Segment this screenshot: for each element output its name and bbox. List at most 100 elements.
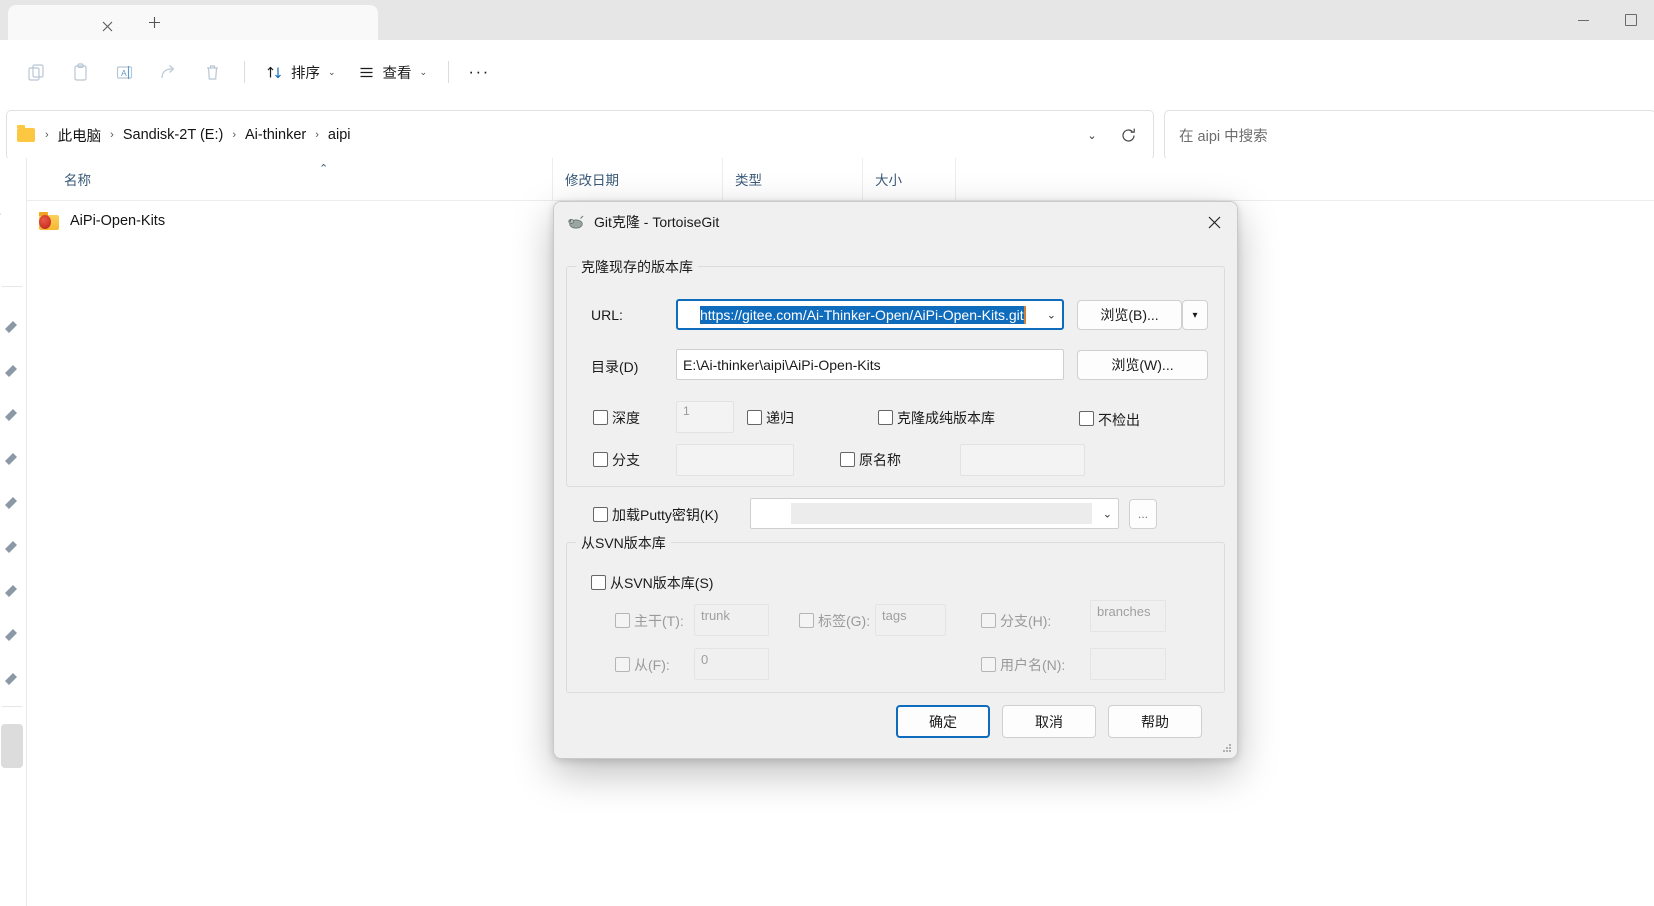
search-input[interactable]: 在 aipi 中搜索 xyxy=(1179,125,1268,146)
no-checkout-label: 不检出 xyxy=(1098,412,1140,428)
pin-icon[interactable] xyxy=(0,492,22,514)
putty-key-browse-button[interactable]: ... xyxy=(1129,499,1157,529)
maximize-button[interactable] xyxy=(1607,0,1654,40)
svn-group-legend: 从SVN版本库 xyxy=(576,533,671,553)
branches-input[interactable]: branches xyxy=(1090,600,1166,632)
rename-icon[interactable]: A xyxy=(102,50,146,94)
chevron-down-icon[interactable]: ⌄ xyxy=(1077,120,1107,150)
pin-icon[interactable] xyxy=(0,404,22,426)
view-label: 查看 xyxy=(382,65,412,82)
pin-icon[interactable] xyxy=(0,360,22,382)
browse-directory-button[interactable]: 浏览(W)... xyxy=(1077,350,1208,380)
browse-url-dropdown-button[interactable]: ▾ xyxy=(1182,300,1208,330)
breadcrumb: › 此电脑 › Sandisk-2T (E:) › Ai-thinker › a… xyxy=(41,122,355,149)
file-name: AiPi-Open-Kits xyxy=(70,213,166,229)
username-input[interactable] xyxy=(1090,648,1166,680)
depth-input[interactable]: 1 xyxy=(676,401,734,433)
breadcrumb-item-0[interactable]: 此电脑 xyxy=(53,122,107,149)
tab-close-icon[interactable] xyxy=(96,15,118,37)
clone-group-legend: 克隆现存的版本库 xyxy=(576,257,698,277)
breadcrumb-item-3[interactable]: aipi xyxy=(323,124,356,146)
url-label: URL: xyxy=(591,307,623,323)
branch-checkbox[interactable] xyxy=(593,452,608,467)
trunk-checkbox[interactable] xyxy=(615,613,630,628)
pin-icon[interactable] xyxy=(0,316,22,338)
origin-name-input[interactable] xyxy=(960,444,1085,476)
tortoisegit-icon xyxy=(567,213,585,231)
address-bar[interactable]: › 此电脑 › Sandisk-2T (E:) › Ai-thinker › a… xyxy=(6,110,1154,160)
delete-icon[interactable] xyxy=(190,50,234,94)
dialog-title: Git克隆 - TortoiseGit xyxy=(594,214,720,230)
column-header-type[interactable]: 类型 xyxy=(722,158,875,200)
tags-checkbox[interactable] xyxy=(799,613,814,628)
putty-key-checkbox[interactable] xyxy=(593,507,608,522)
search-box[interactable]: 在 aipi 中搜索 xyxy=(1164,110,1654,160)
breadcrumb-item-2[interactable]: Ai-thinker xyxy=(240,124,311,146)
pin-icon[interactable] xyxy=(0,624,22,646)
copy-icon[interactable] xyxy=(14,50,58,94)
git-clone-dialog: Git克隆 - TortoiseGit 克隆现存的版本库 URL: https:… xyxy=(553,201,1238,759)
navigation-pane: or xyxy=(0,158,27,906)
text-caret xyxy=(1023,305,1026,324)
column-header-size[interactable]: 大小 xyxy=(862,158,968,200)
more-options-button[interactable]: ··· xyxy=(459,55,499,89)
trunk-label: 主干(T): xyxy=(634,613,684,629)
depth-label: 深度 xyxy=(612,410,640,426)
pin-icon[interactable] xyxy=(0,580,22,602)
trunk-input[interactable]: trunk xyxy=(694,604,769,636)
bare-repo-checkbox[interactable] xyxy=(878,410,893,425)
nav-selected-item[interactable] xyxy=(1,724,23,768)
from-revision-input[interactable]: 0 xyxy=(694,648,769,680)
share-icon[interactable] xyxy=(146,50,190,94)
chevron-down-icon[interactable]: ⌄ xyxy=(1047,308,1056,321)
from-svn-checkbox[interactable] xyxy=(591,575,606,590)
url-combobox[interactable]: https://gitee.com/Ai-Thinker-Open/AiPi-O… xyxy=(676,299,1064,330)
branches-checkbox[interactable] xyxy=(981,613,996,628)
putty-key-combobox[interactable]: ⌄ xyxy=(750,498,1119,529)
resize-grip-icon[interactable] xyxy=(1221,742,1233,754)
nav-divider xyxy=(2,286,22,287)
browse-url-button[interactable]: 浏览(B)... xyxy=(1077,300,1182,330)
branches-label: 分支(H): xyxy=(1000,613,1052,629)
from-revision-label: 从(F): xyxy=(634,657,670,673)
paste-icon[interactable] xyxy=(58,50,102,94)
column-header-name[interactable]: 名称 xyxy=(52,158,564,200)
chevron-down-icon[interactable]: ⌄ xyxy=(1103,507,1112,520)
depth-checkbox[interactable] xyxy=(593,410,608,425)
branch-input[interactable] xyxy=(676,444,794,476)
new-tab-button[interactable] xyxy=(141,9,167,35)
table-row[interactable]: AiPi-Open-Kits xyxy=(26,204,165,238)
origin-name-label: 原名称 xyxy=(859,452,901,468)
pin-icon[interactable] xyxy=(0,668,22,690)
column-header-modified[interactable]: 修改日期 xyxy=(552,158,735,200)
explorer-tab[interactable] xyxy=(8,5,378,40)
pin-icon[interactable] xyxy=(0,448,22,470)
origin-name-checkbox[interactable] xyxy=(840,452,855,467)
chevron-down-icon: ⌄ xyxy=(419,66,428,77)
pin-icon[interactable] xyxy=(0,536,22,558)
folder-icon xyxy=(38,212,60,230)
breadcrumb-item-1[interactable]: Sandisk-2T (E:) xyxy=(118,124,228,146)
column-divider xyxy=(955,158,958,200)
directory-input[interactable]: E:\Ai-thinker\aipi\AiPi-Open-Kits xyxy=(676,349,1064,380)
sort-button[interactable]: 排序 ⌄ xyxy=(255,55,347,89)
username-checkbox[interactable] xyxy=(981,657,996,672)
cancel-button[interactable]: 取消 xyxy=(1002,705,1096,738)
dialog-title-bar: Git克隆 - TortoiseGit xyxy=(554,202,1237,242)
recursive-checkbox[interactable] xyxy=(747,410,762,425)
close-icon[interactable] xyxy=(1191,202,1237,242)
breadcrumb-separator: › xyxy=(315,129,319,141)
tags-input[interactable]: tags xyxy=(875,604,946,636)
title-bar xyxy=(0,0,1654,40)
url-input[interactable]: https://gitee.com/Ai-Thinker-Open/AiPi-O… xyxy=(700,305,1024,324)
ok-button[interactable]: 确定 xyxy=(896,705,990,738)
view-button[interactable]: 查看 ⌄ xyxy=(347,55,439,89)
refresh-icon[interactable] xyxy=(1113,120,1143,150)
breadcrumb-separator: › xyxy=(110,129,114,141)
from-revision-checkbox[interactable] xyxy=(615,657,630,672)
minimize-button[interactable] xyxy=(1560,0,1607,40)
help-button[interactable]: 帮助 xyxy=(1108,705,1202,738)
svg-text:A: A xyxy=(121,68,127,78)
no-checkout-checkbox[interactable] xyxy=(1079,411,1094,426)
tags-label: 标签(G): xyxy=(818,613,871,629)
